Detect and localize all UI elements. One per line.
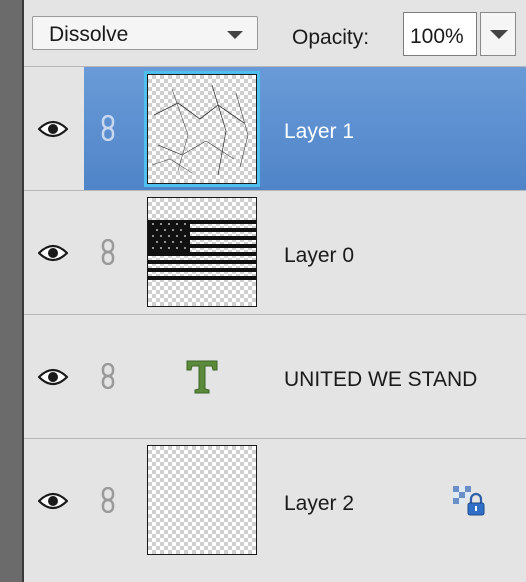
layer-name[interactable]: Layer 1	[284, 120, 354, 144]
transparency-lock-icon[interactable]	[452, 485, 486, 517]
opacity-label: Opacity:	[292, 26, 370, 49]
chain-link-icon[interactable]	[101, 239, 115, 265]
layer-thumbnail[interactable]	[147, 197, 257, 307]
eye-icon[interactable]	[38, 367, 68, 387]
blend-mode-value: Dissolve	[49, 23, 129, 46]
text-layer-icon	[186, 360, 218, 394]
layer-row[interactable]: Layer 0	[24, 191, 526, 315]
chain-link-icon[interactable]	[101, 115, 115, 141]
left-gutter	[0, 0, 22, 582]
eye-icon[interactable]	[38, 119, 68, 139]
eye-icon[interactable]	[38, 491, 68, 511]
opacity-dropdown-button[interactable]	[480, 12, 516, 56]
chain-link-icon[interactable]	[101, 363, 115, 389]
blend-mode-dropdown[interactable]: Dissolve	[32, 16, 258, 50]
layer-name[interactable]: Layer 0	[284, 244, 354, 268]
chain-link-icon[interactable]	[101, 487, 115, 513]
scratch-texture-thumbnail	[151, 84, 249, 176]
chevron-down-icon	[490, 30, 508, 39]
chevron-down-icon	[227, 31, 243, 39]
eye-icon[interactable]	[38, 243, 68, 263]
layers-panel: Dissolve Opacity: 100% Layer 1 Layer 0 U…	[24, 0, 526, 582]
layer-row-controls-area	[24, 67, 84, 191]
layer-name[interactable]: Layer 2	[284, 492, 354, 516]
layer-name[interactable]: UNITED WE STAND	[284, 368, 477, 392]
us-flag-thumbnail	[148, 220, 256, 280]
layer-row[interactable]: UNITED WE STAND	[24, 315, 526, 439]
opacity-input[interactable]: 100%	[403, 12, 477, 56]
layers-toolbar: Dissolve Opacity: 100%	[24, 0, 526, 67]
layer-thumbnail[interactable]	[147, 74, 257, 184]
layer-row[interactable]: Layer 2	[24, 439, 526, 582]
layer-thumbnail[interactable]	[147, 445, 257, 555]
layer-row[interactable]: Layer 1	[84, 67, 526, 191]
